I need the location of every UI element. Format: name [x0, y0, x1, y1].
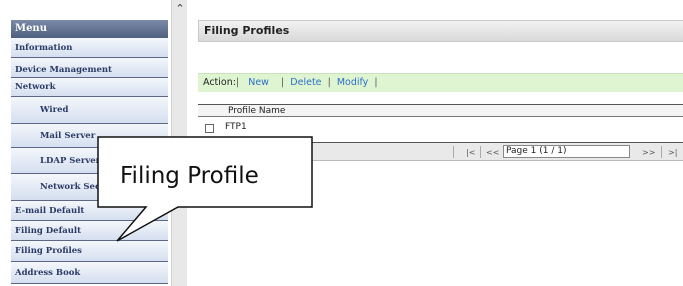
sidebar-item-label: Network Security — [40, 182, 123, 192]
sidebar-item-label: Wired — [40, 105, 69, 115]
sidebar-item-label: Device Management — [15, 65, 112, 75]
menu-header: Menu — [11, 20, 168, 38]
sidebar-item-label: LDAP Server — [40, 155, 101, 166]
modify-link[interactable]: Modify — [337, 77, 368, 88]
pager-divider — [453, 146, 454, 158]
sidebar-item-information[interactable]: Information — [11, 38, 168, 58]
sidebar-item-address-book[interactable]: Address Book — [11, 262, 168, 284]
pager-first-button[interactable]: |< — [466, 147, 475, 158]
action-bar: Action:| New | Delete | Modify | — [198, 73, 683, 92]
sidebar-item-label: Filing Default — [15, 225, 82, 236]
scroll-up-arrow-icon[interactable]: ⌃ — [172, 3, 188, 15]
sidebar-item-wired[interactable]: Wired — [11, 97, 168, 124]
sidebar-item-label: E-mail Default — [15, 205, 85, 216]
sidebar-item-device-management[interactable]: Device Management — [11, 58, 168, 78]
table-row-name[interactable]: FTP1 — [225, 122, 247, 132]
sidebar-item-label: Mail Server — [40, 130, 96, 141]
sidebar-item-network[interactable]: Network — [11, 78, 168, 97]
page-indicator: Page 1 (1 / 1) — [503, 145, 630, 158]
pager-last-button[interactable]: >| — [668, 147, 677, 158]
sidebar-item-filing-default[interactable]: Filing Default — [11, 221, 168, 241]
callout-text: Filing Profile — [120, 163, 259, 189]
sidebar-menu: Menu Information Device Management Netwo… — [0, 0, 171, 286]
sidebar-scrollbar[interactable]: ⌃ — [171, 0, 187, 286]
sidebar-item-filing-profiles[interactable]: Filing Profiles — [11, 241, 168, 262]
sidebar-item-email-default[interactable]: E-mail Default — [11, 201, 168, 221]
new-link[interactable]: New — [248, 77, 269, 88]
sidebar-item-label: Filing Profiles — [15, 246, 82, 256]
pager-divider — [480, 146, 481, 158]
page-title: Filing Profiles — [198, 20, 683, 42]
action-label: Action: — [203, 77, 236, 88]
row-checkbox[interactable] — [205, 124, 214, 133]
delete-link[interactable]: Delete — [290, 77, 321, 88]
sidebar-item-label: Information — [15, 42, 73, 53]
pager-divider — [661, 146, 662, 158]
pager-next-button[interactable]: >> — [642, 147, 655, 158]
column-header-profile-name[interactable]: Profile Name — [198, 104, 683, 117]
pager-prev-button[interactable]: << — [486, 147, 499, 158]
sidebar-item-mail-server[interactable]: Mail Server — [11, 124, 168, 148]
sidebar-item-label: Network — [15, 82, 56, 92]
sidebar-item-label: Address Book — [15, 267, 81, 278]
